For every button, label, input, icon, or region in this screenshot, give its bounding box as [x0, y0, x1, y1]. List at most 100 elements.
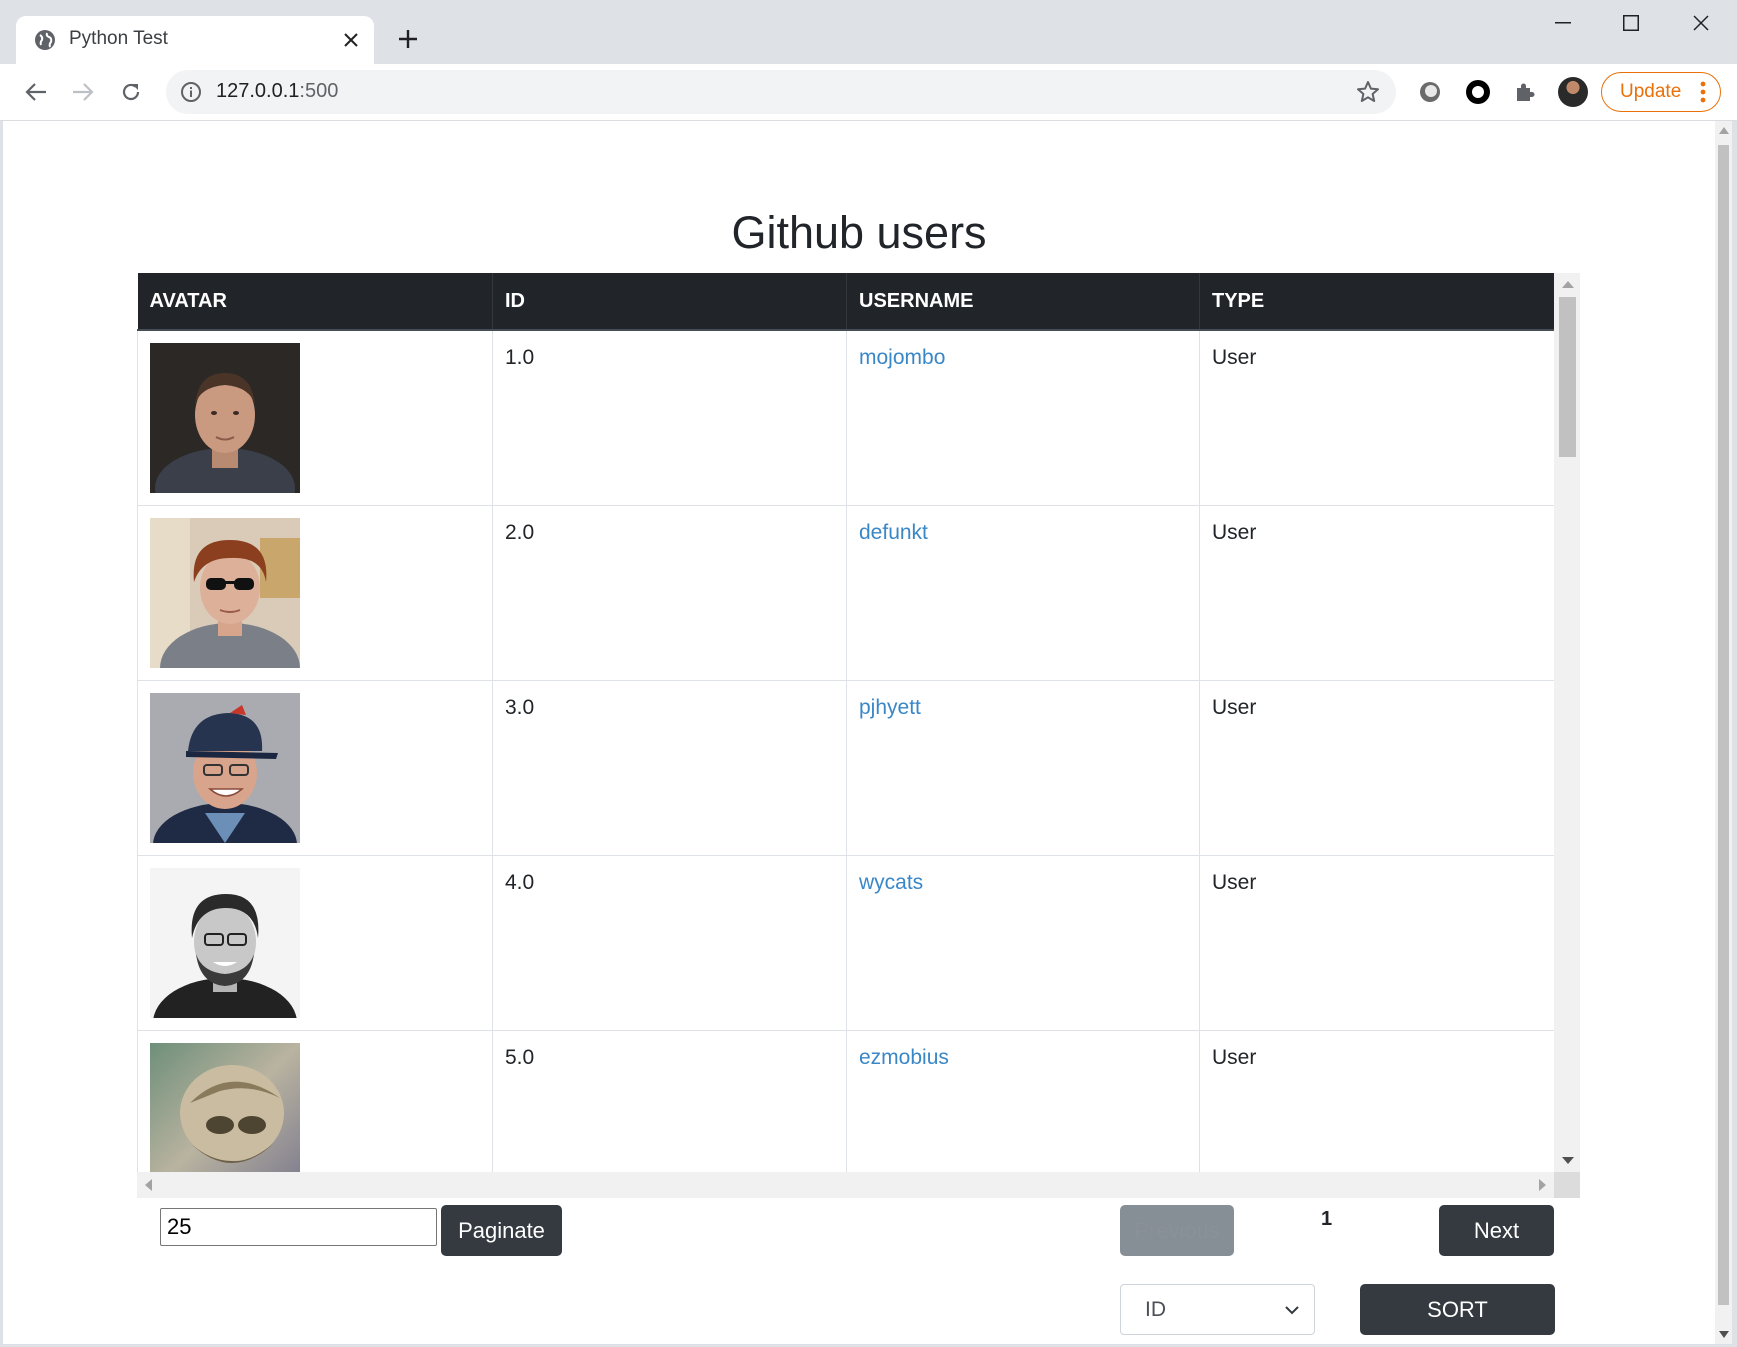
user-type: User [1212, 870, 1257, 894]
user-type: User [1212, 695, 1257, 719]
avatar-cell [137, 680, 493, 856]
puzzle-icon[interactable] [1509, 76, 1541, 108]
record-extension-icon[interactable] [1462, 76, 1494, 108]
url-host: 127.0.0.1 [216, 80, 300, 102]
username-link[interactable]: defunkt [859, 521, 928, 544]
tab-strip: Python Test [0, 0, 1737, 64]
update-button[interactable]: Update [1601, 72, 1721, 112]
type-cell: User [1199, 1030, 1554, 1172]
column-header-type: TYPE [1199, 273, 1554, 331]
scrollbar-thumb[interactable] [1718, 145, 1729, 1305]
scrollbar-thumb[interactable] [1559, 297, 1576, 457]
avatar [150, 692, 300, 843]
users-table-container: AVATAR ID USERNAME TYPE 1.0 mojombo User… [137, 273, 1580, 1198]
table-header-row: AVATAR ID USERNAME TYPE [137, 273, 1554, 331]
chevron-down-icon [1284, 1303, 1300, 1315]
update-label: Update [1620, 81, 1682, 102]
user-id: 5.0 [505, 1045, 535, 1069]
avatar [150, 343, 300, 493]
page-viewport: Github users AVATAR ID USERNAME TYPE 1.0… [3, 121, 1732, 1344]
page-size-input[interactable] [160, 1208, 437, 1246]
sort-field-value: ID [1145, 1298, 1166, 1321]
users-table-scroll-area[interactable]: AVATAR ID USERNAME TYPE 1.0 mojombo User… [137, 273, 1554, 1172]
browser-tab[interactable]: Python Test [16, 16, 374, 64]
info-icon[interactable] [180, 81, 202, 103]
avatar-cell [137, 1030, 493, 1172]
star-icon[interactable] [1356, 80, 1380, 104]
scroll-up-arrow-icon[interactable] [1562, 281, 1574, 288]
globe-icon [34, 29, 56, 51]
kebab-menu-icon[interactable] [1700, 81, 1706, 103]
id-cell: 1.0 [492, 330, 847, 506]
column-header-username: USERNAME [846, 273, 1200, 331]
page-vertical-scrollbar[interactable] [1715, 121, 1732, 1344]
user-id: 4.0 [505, 870, 535, 894]
previous-button[interactable]: Previous [1120, 1205, 1234, 1256]
scroll-up-arrow-icon[interactable] [1719, 127, 1729, 134]
current-page-number: 1 [1321, 1208, 1333, 1230]
username-link[interactable]: pjhyett [859, 696, 921, 719]
username-cell: defunkt [846, 505, 1200, 681]
sort-field-select[interactable]: ID [1120, 1284, 1315, 1335]
scroll-right-arrow-icon[interactable] [1539, 1179, 1546, 1191]
url-port: :500 [299, 80, 339, 102]
url-text: 127.0.0.1:500 [216, 80, 338, 103]
next-button[interactable]: Next [1439, 1205, 1554, 1256]
scroll-down-arrow-icon[interactable] [1719, 1331, 1729, 1338]
reload-icon[interactable] [115, 76, 147, 108]
avatar [1558, 77, 1588, 107]
username-link[interactable]: ezmobius [859, 1046, 949, 1069]
username-cell: mojombo [846, 330, 1200, 506]
username-link[interactable]: mojombo [859, 346, 945, 369]
table-horizontal-scrollbar[interactable] [137, 1172, 1554, 1198]
scroll-down-arrow-icon[interactable] [1562, 1157, 1574, 1164]
user-type: User [1212, 520, 1257, 544]
close-icon[interactable] [338, 27, 364, 53]
avatar [150, 517, 300, 668]
user-id: 1.0 [505, 346, 535, 369]
arrow-left-icon[interactable] [20, 76, 52, 108]
user-id: 2.0 [505, 520, 535, 544]
scrollbar-corner [1554, 1172, 1580, 1198]
users-table: AVATAR ID USERNAME TYPE 1.0 mojombo User… [137, 273, 1554, 1172]
table-vertical-scrollbar[interactable] [1554, 273, 1580, 1172]
username-cell: ezmobius [846, 1030, 1200, 1172]
type-cell: User [1199, 505, 1554, 681]
maximize-icon[interactable] [1609, 8, 1653, 38]
extension-icon[interactable] [1414, 76, 1446, 108]
address-bar[interactable]: 127.0.0.1:500 [166, 70, 1396, 114]
profile-avatar[interactable] [1557, 76, 1589, 108]
page-title: Github users [731, 207, 987, 259]
table-row: 3.0 pjhyett User [137, 680, 1554, 856]
arrow-right-icon[interactable] [67, 76, 99, 108]
username-cell: wycats [846, 855, 1200, 1031]
scroll-left-arrow-icon[interactable] [145, 1179, 152, 1191]
type-cell: User [1199, 680, 1554, 856]
id-cell: 3.0 [492, 680, 847, 856]
table-row: 5.0 ezmobius User [137, 1030, 1554, 1172]
browser-window: Python Test 127.0.0.1:500 Update Github … [0, 0, 1737, 1347]
username-cell: pjhyett [846, 680, 1200, 856]
id-cell: 2.0 [492, 505, 847, 681]
avatar-cell [137, 505, 493, 681]
tab-title: Python Test [69, 28, 168, 49]
sort-button[interactable]: SORT [1360, 1284, 1555, 1335]
username-link[interactable]: wycats [859, 871, 923, 894]
id-cell: 4.0 [492, 855, 847, 1031]
type-cell: User [1199, 330, 1554, 506]
browser-toolbar: 127.0.0.1:500 Update [0, 64, 1737, 121]
user-type: User [1212, 1045, 1257, 1069]
avatar [150, 867, 300, 1018]
table-row: 4.0 wycats User [137, 855, 1554, 1031]
column-header-id: ID [492, 273, 847, 331]
window-close-icon[interactable] [1679, 8, 1723, 38]
plus-icon[interactable] [393, 24, 423, 54]
table-row: 1.0 mojombo User [137, 330, 1554, 506]
column-header-avatar: AVATAR [137, 273, 493, 331]
paginate-button[interactable]: Paginate [441, 1205, 562, 1256]
minimize-icon[interactable] [1541, 8, 1585, 38]
avatar-cell [137, 330, 493, 506]
avatar [150, 1042, 300, 1172]
id-cell: 5.0 [492, 1030, 847, 1172]
avatar-cell [137, 855, 493, 1031]
